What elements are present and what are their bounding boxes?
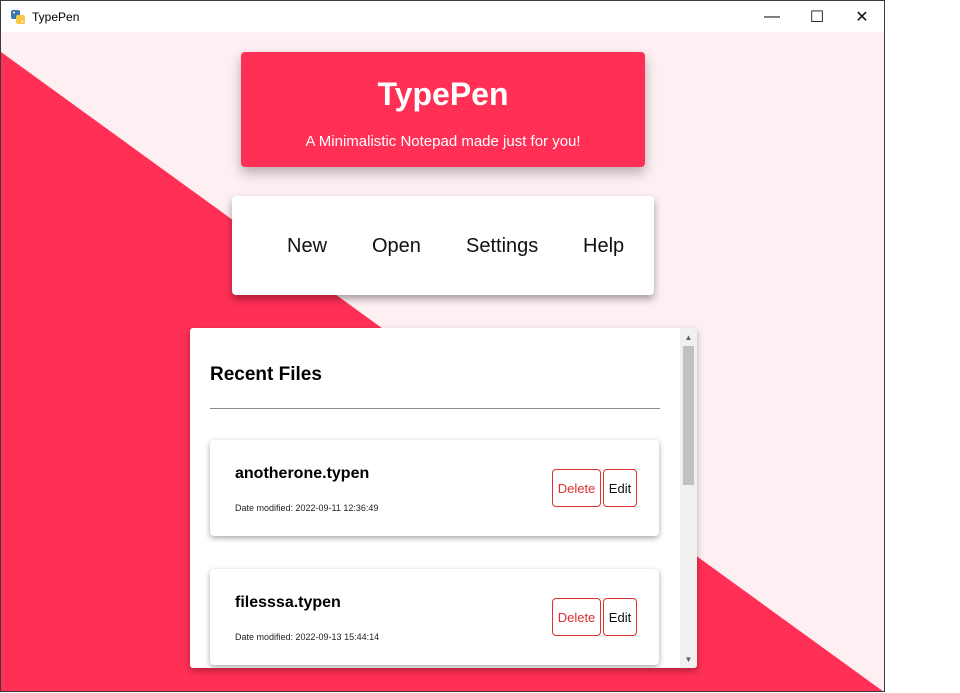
file-card[interactable]: filesssa.typen Date modified: 2022-09-13… (210, 569, 659, 665)
file-name: anotherone.typen (235, 465, 370, 482)
menu-settings[interactable]: Settings (466, 234, 538, 258)
app-window: TypePen — ☐ ✕ TypePen A Minimalistic Not… (0, 0, 885, 692)
maximize-icon: ☐ (809, 8, 825, 26)
scroll-down-icon[interactable]: ▼ (680, 652, 697, 666)
app-title: TypePen (377, 76, 509, 112)
window-title: TypePen (32, 9, 80, 24)
scroll-thumb[interactable] (683, 346, 694, 485)
menu-new[interactable]: New (287, 234, 327, 258)
file-card[interactable]: anotherone.typen Date modified: 2022-09-… (210, 440, 659, 536)
delete-button[interactable]: Delete (552, 598, 601, 636)
title-bar[interactable]: TypePen — ☐ ✕ (1, 1, 884, 32)
delete-button[interactable]: Delete (552, 469, 601, 507)
vertical-scrollbar[interactable]: ▲ ▼ (680, 328, 697, 668)
python-app-icon (11, 9, 25, 24)
file-date-modified: Date modified: 2022-09-13 15:44:14 (235, 632, 380, 642)
app-subtitle: A Minimalistic Notepad made just for you… (305, 133, 581, 150)
app-content: TypePen A Minimalistic Notepad made just… (1, 32, 884, 691)
menu-open[interactable]: Open (372, 234, 421, 258)
minimize-icon: — (764, 7, 780, 25)
edit-button[interactable]: Edit (603, 598, 637, 636)
recent-files-panel[interactable]: Recent Files anotherone.typen Date modif… (190, 328, 697, 668)
file-name: filesssa.typen (235, 594, 341, 611)
main-menu: New Open Settings Help (232, 196, 654, 295)
menu-help[interactable]: Help (583, 234, 624, 258)
scroll-up-icon[interactable]: ▲ (680, 330, 697, 344)
close-button[interactable]: ✕ (839, 1, 884, 32)
divider (210, 408, 660, 409)
recent-files-heading: Recent Files (210, 364, 322, 385)
edit-button[interactable]: Edit (603, 469, 637, 507)
minimize-button[interactable]: — (749, 1, 795, 32)
file-date-modified: Date modified: 2022-09-11 12:36:49 (235, 503, 379, 513)
close-icon: ✕ (855, 8, 869, 26)
header-banner: TypePen A Minimalistic Notepad made just… (241, 52, 645, 167)
maximize-button[interactable]: ☐ (794, 1, 840, 32)
